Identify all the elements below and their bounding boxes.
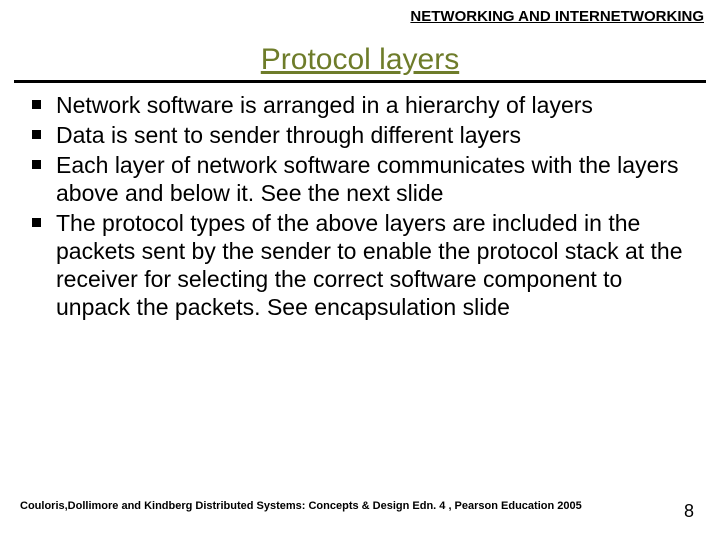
title-rule: Protocol layers bbox=[14, 43, 706, 83]
bullet-item: Data is sent to sender through different… bbox=[28, 121, 698, 149]
page-number: 8 bbox=[684, 501, 694, 522]
bullet-item: Network software is arranged in a hierar… bbox=[28, 91, 698, 119]
header-label: NETWORKING AND INTERNETWORKING bbox=[14, 8, 706, 25]
slide-body: Network software is arranged in a hierar… bbox=[14, 89, 706, 321]
footer-citation: Couloris,Dollimore and Kindberg Distribu… bbox=[20, 500, 582, 512]
bullet-item: Each layer of network software communica… bbox=[28, 151, 698, 207]
bullet-item: The protocol types of the above layers a… bbox=[28, 209, 698, 321]
bullet-list: Network software is arranged in a hierar… bbox=[28, 91, 698, 321]
slide-title: Protocol layers bbox=[261, 43, 459, 80]
slide: NETWORKING AND INTERNETWORKING Protocol … bbox=[0, 0, 720, 540]
